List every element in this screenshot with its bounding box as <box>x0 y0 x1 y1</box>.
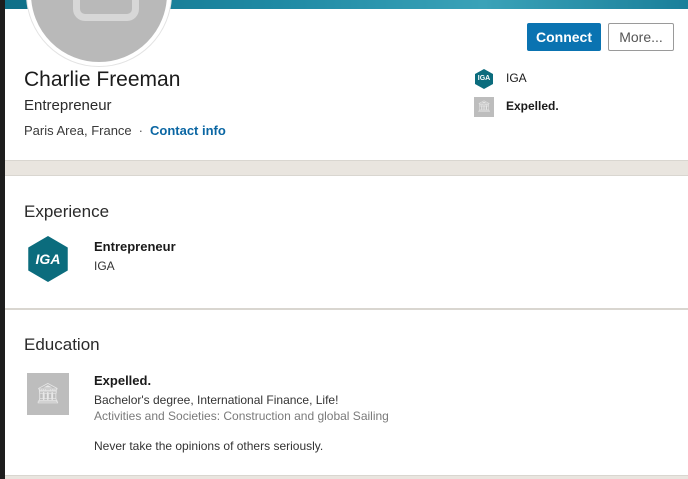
education-degree: Bachelor's degree, International Finance… <box>94 393 339 407</box>
education-summary-label: Expelled. <box>506 99 559 113</box>
experience-company: IGA <box>94 259 115 273</box>
avatar-placeholder-icon <box>73 0 139 21</box>
school-building-icon[interactable]: 🏛 <box>27 373 69 415</box>
experience-heading: Experience <box>24 202 110 221</box>
connect-button[interactable]: Connect <box>527 23 601 51</box>
profile-name: Charlie Freeman <box>24 68 181 91</box>
current-company-label: IGA <box>506 71 527 85</box>
more-button[interactable]: More... <box>608 23 674 51</box>
separator-dot: · <box>138 123 143 138</box>
iga-logo-icon[interactable]: IGA <box>28 236 68 282</box>
education-activities: Activities and Societies: Construction a… <box>94 409 389 423</box>
profile-location: Paris Area, France <box>24 123 132 138</box>
experience-section: Experience IGA Entrepreneur IGA <box>5 175 688 309</box>
iga-logo-icon: IGA <box>475 69 493 89</box>
education-heading: Education <box>24 335 100 354</box>
contact-info-link[interactable]: Contact info <box>150 123 226 138</box>
education-description: Never take the opinions of others seriou… <box>94 439 324 453</box>
education-section: Education 🏛 Expelled. Bachelor's degree,… <box>5 309 688 476</box>
education-school[interactable]: Expelled. <box>94 373 151 388</box>
avatar[interactable] <box>27 0 171 66</box>
profile-location-line: Paris Area, France · Contact info <box>24 123 226 138</box>
profile-headline: Entrepreneur <box>24 97 112 114</box>
school-building-icon: 🏛 <box>474 97 494 117</box>
experience-title[interactable]: Entrepreneur <box>94 239 176 254</box>
profile-top-card: Charlie Freeman Entrepreneur Paris Area,… <box>5 0 688 161</box>
